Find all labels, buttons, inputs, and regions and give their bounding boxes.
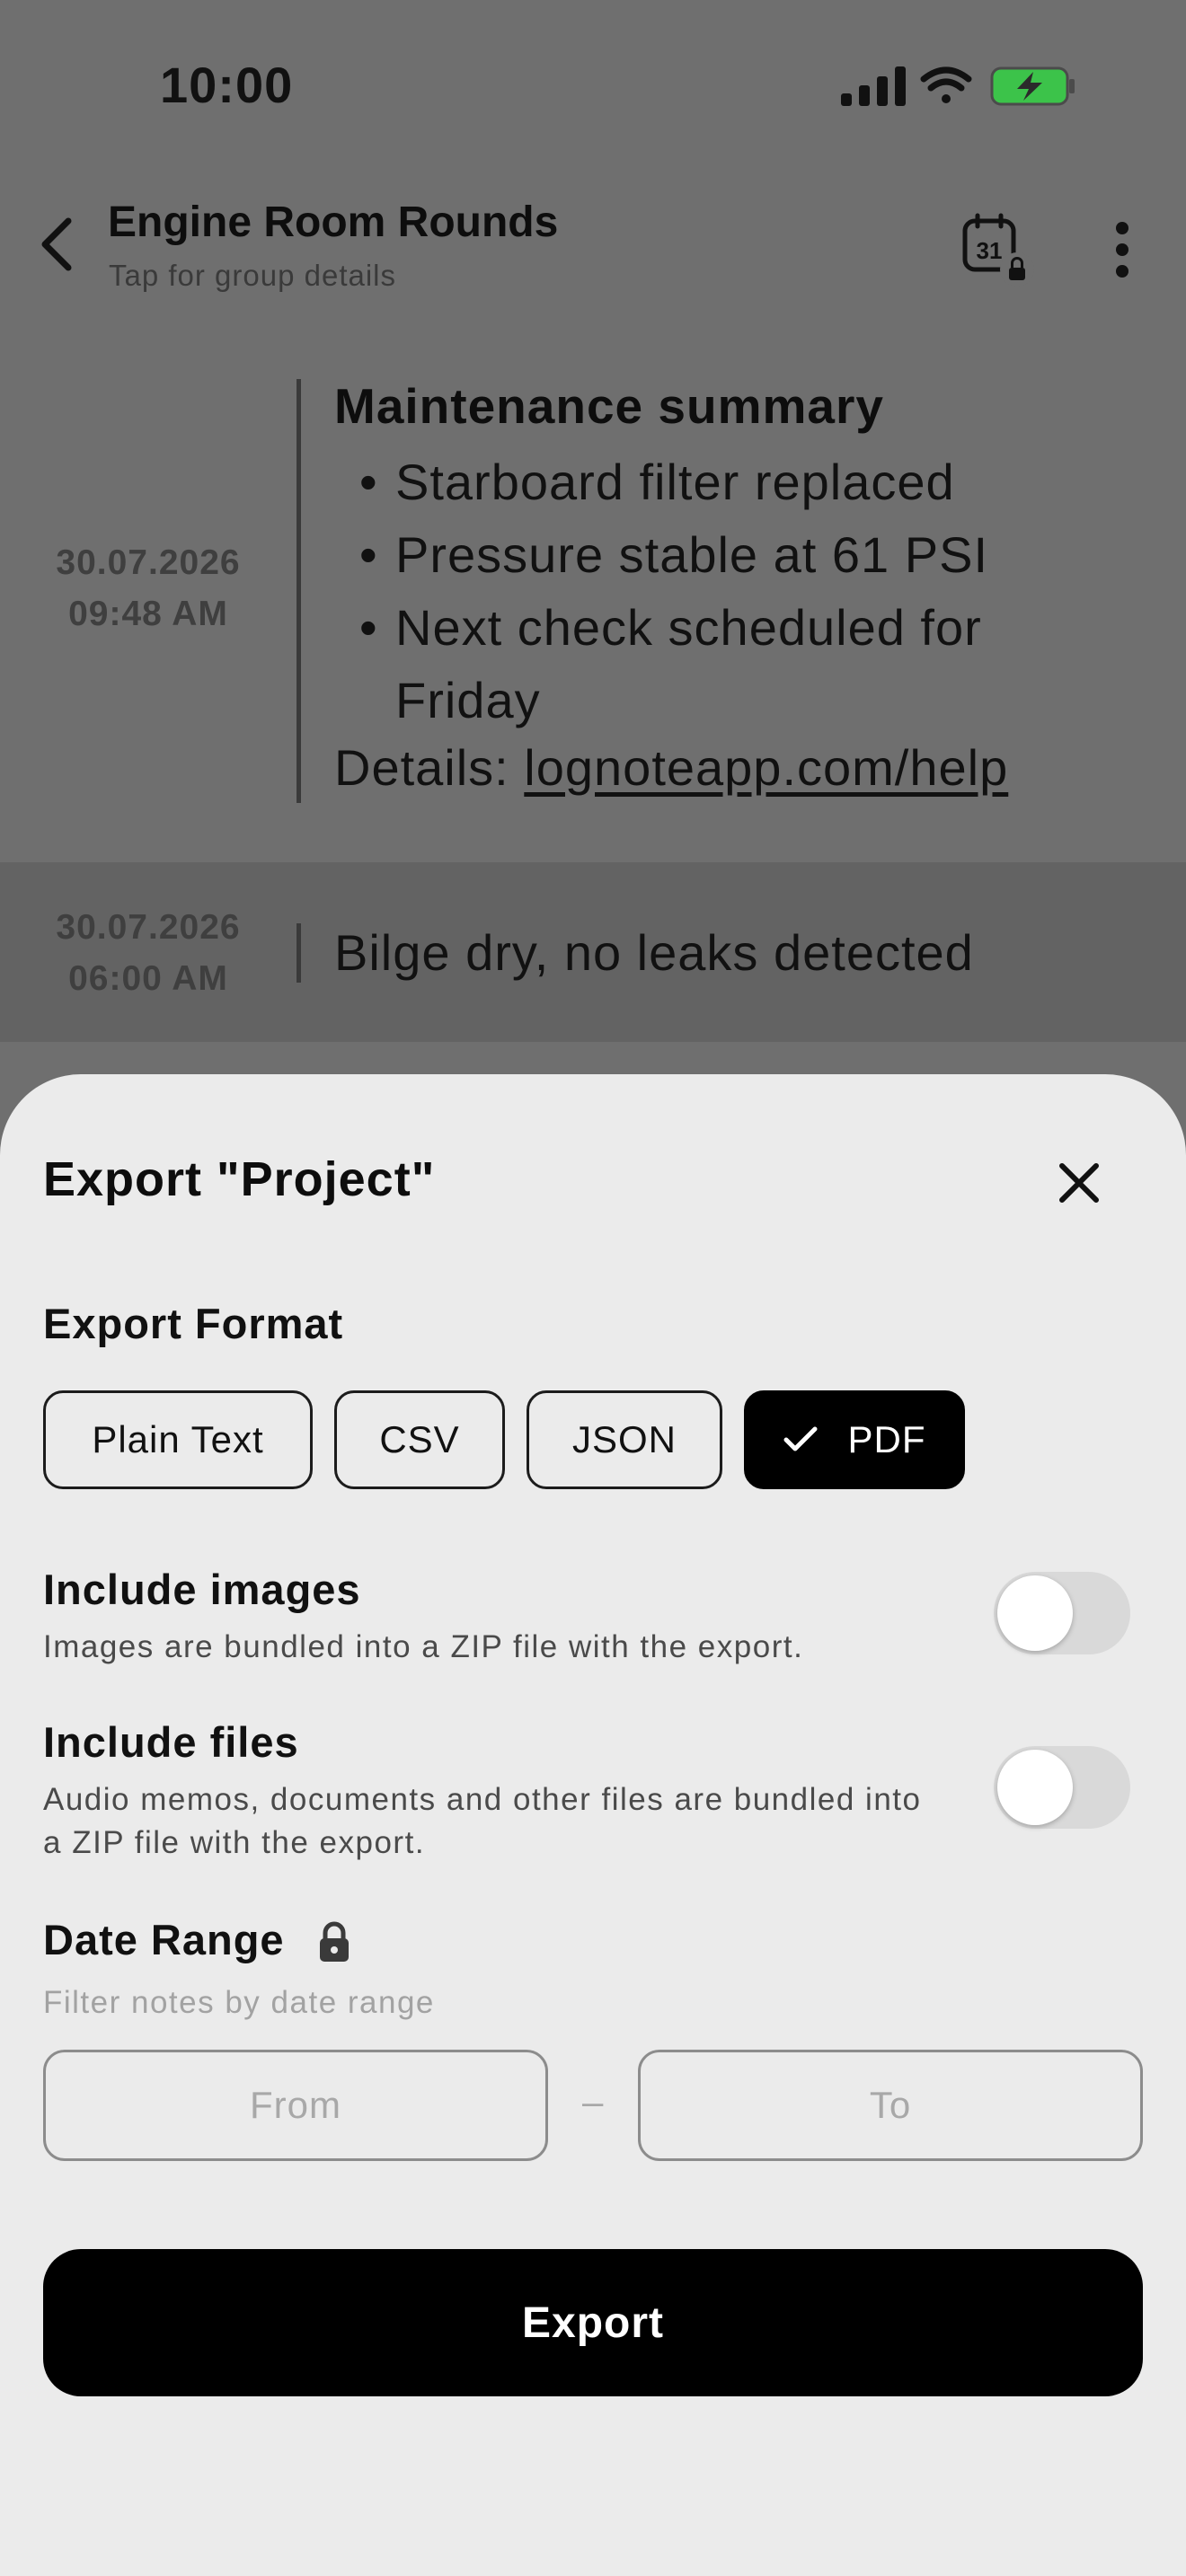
format-option-pdf-label: PDF xyxy=(847,1418,926,1460)
group-title[interactable]: Engine Room Rounds xyxy=(108,198,558,247)
close-icon[interactable] xyxy=(1048,1151,1111,1214)
cellular-signal-icon xyxy=(841,66,906,106)
details-link[interactable]: lognoteapp.com/help xyxy=(524,739,1008,796)
date-range-separator: – xyxy=(582,2080,604,2122)
note-heading: Maintenance summary xyxy=(334,378,884,434)
note-date: 30.07.2026 xyxy=(56,908,241,947)
list-item: Next check scheduled for Friday xyxy=(334,591,1071,737)
toggle-knob xyxy=(997,1575,1073,1651)
date-to-field[interactable]: To xyxy=(638,2050,1143,2161)
note-timestamp: 30.07.2026 09:48 AM xyxy=(36,537,261,640)
include-images-title: Include images xyxy=(43,1566,361,1613)
note-timestamp: 30.07.2026 06:00 AM xyxy=(36,902,261,1004)
date-range-description: Filter notes by date range xyxy=(43,1985,435,2020)
calendar-day-label: 31 xyxy=(977,237,1003,264)
calendar-locked-icon[interactable]: 31 xyxy=(960,212,1035,287)
checkmark-icon xyxy=(783,1426,817,1451)
details-prefix: Details: xyxy=(334,739,525,796)
format-option-plain-text[interactable]: Plain Text xyxy=(43,1390,313,1489)
note-time: 06:00 AM xyxy=(68,959,228,998)
toggle-knob xyxy=(997,1750,1073,1825)
battery-charging-icon xyxy=(990,66,1075,106)
export-format-label: Export Format xyxy=(43,1300,344,1347)
status-time: 10:00 xyxy=(160,57,294,113)
note-time: 09:48 AM xyxy=(68,595,228,633)
group-subtitle[interactable]: Tap for group details xyxy=(109,259,396,293)
format-option-json[interactable]: JSON xyxy=(527,1390,722,1489)
include-files-description: Audio memos, documents and other files a… xyxy=(43,1782,922,1860)
include-images-toggle[interactable] xyxy=(994,1572,1130,1654)
date-range-label: Date Range xyxy=(43,1916,285,1963)
note-details-line: Details: lognoteapp.com/help xyxy=(334,738,1008,797)
note-divider xyxy=(296,923,301,983)
date-from-field[interactable]: From xyxy=(43,2050,548,2161)
note-text: Bilge dry, no leaks detected xyxy=(334,924,974,981)
back-arrow-icon[interactable] xyxy=(32,208,86,280)
list-item: Pressure stable at 61 PSI xyxy=(334,518,1071,591)
more-vertical-icon[interactable] xyxy=(1102,212,1143,287)
include-images-description: Images are bundled into a ZIP file with … xyxy=(43,1629,804,1664)
status-icons xyxy=(841,66,1075,106)
lock-icon xyxy=(320,1921,349,1962)
note-bullet-list: Starboard filter replaced Pressure stabl… xyxy=(334,446,1071,737)
note-date: 30.07.2026 xyxy=(56,543,241,582)
note-divider xyxy=(296,379,301,803)
format-option-pdf[interactable]: PDF xyxy=(744,1390,965,1489)
wifi-icon xyxy=(920,66,972,103)
include-files-toggle[interactable] xyxy=(994,1746,1130,1829)
format-option-csv[interactable]: CSV xyxy=(334,1390,505,1489)
include-files-title: Include files xyxy=(43,1718,299,1766)
export-button[interactable]: Export xyxy=(43,2249,1143,2396)
list-item: Starboard filter replaced xyxy=(334,446,1071,518)
sheet-title: Export "Project" xyxy=(43,1152,436,1206)
